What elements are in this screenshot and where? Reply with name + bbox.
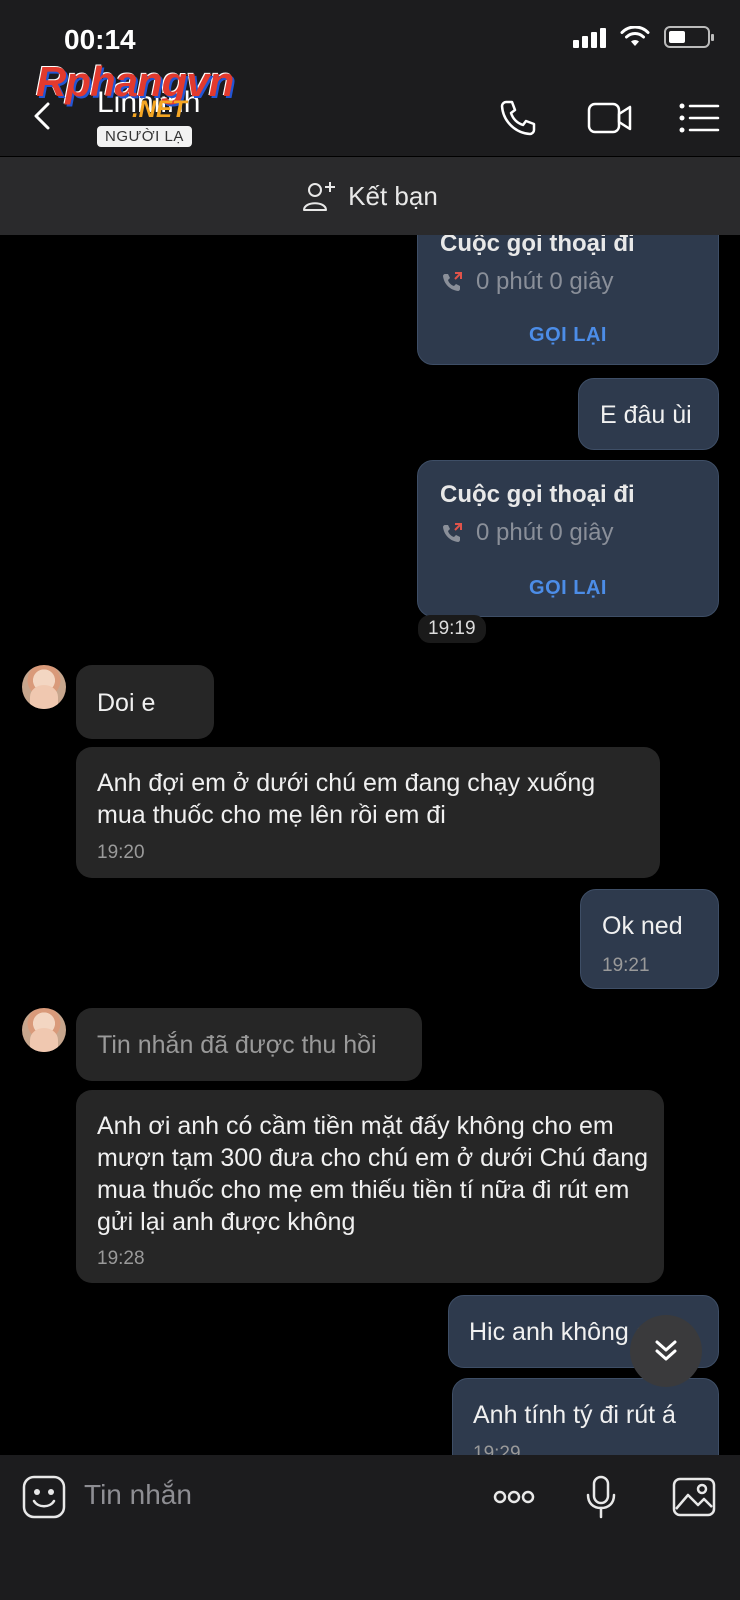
menu-icon[interactable] bbox=[676, 94, 724, 142]
message-bubble-incoming: Anh đợi em ở dưới chú em đang chạy xuống… bbox=[76, 747, 660, 878]
signal-icon bbox=[573, 26, 606, 48]
call-duration: 0 phút 0 giây bbox=[476, 519, 614, 546]
watermark-suffix: .NET bbox=[132, 96, 187, 123]
contact-avatar[interactable] bbox=[22, 665, 66, 709]
timestamp-chip: 19:19 bbox=[418, 615, 486, 643]
chat-header: Linhlinh NGƯỜI LẠ Rphangvn .NET bbox=[0, 58, 740, 156]
message-text: Doi e bbox=[97, 689, 156, 717]
wifi-icon bbox=[620, 26, 650, 46]
battery-icon bbox=[664, 26, 714, 48]
call-title: Cuộc gọi thoại đi bbox=[440, 235, 635, 257]
add-friend-icon bbox=[303, 182, 336, 211]
message-input-bar: Tin nhắn bbox=[0, 1455, 740, 1600]
message-time: 19:28 bbox=[97, 1248, 145, 1269]
message-list[interactable]: Cuộc gọi thoại đi 0 phút 0 giây GỌI LẠI … bbox=[0, 235, 740, 1455]
recalled-message-text: Tin nhắn đã được thu hồi bbox=[97, 1031, 377, 1059]
message-text: Ok ned bbox=[602, 912, 683, 940]
status-icons bbox=[573, 26, 714, 48]
message-bubble-outgoing: Anh tính tý đi rút á 19:29 bbox=[452, 1378, 719, 1455]
outgoing-call-icon bbox=[443, 272, 462, 291]
scroll-to-bottom-button[interactable] bbox=[630, 1315, 702, 1387]
message-bubble-recalled: Tin nhắn đã được thu hồi bbox=[76, 1008, 422, 1081]
more-icon[interactable] bbox=[490, 1473, 538, 1521]
call-message: Cuộc gọi thoại đi 0 phút 0 giây GỌI LẠI bbox=[417, 235, 719, 365]
microphone-icon[interactable] bbox=[577, 1473, 625, 1521]
call-duration-row: 0 phút 0 giây bbox=[440, 268, 613, 296]
call-back-button[interactable]: GỌI LẠI bbox=[418, 324, 718, 347]
phone-icon[interactable] bbox=[494, 94, 542, 142]
message-text: Anh tính tý đi rút á bbox=[473, 1401, 676, 1429]
call-message: Cuộc gọi thoại đi 0 phút 0 giây GỌI LẠI bbox=[417, 460, 719, 617]
video-icon[interactable] bbox=[586, 94, 634, 142]
outgoing-call-icon bbox=[443, 523, 462, 542]
message-time: 19:21 bbox=[602, 955, 650, 976]
message-bubble-outgoing: E đâu ùi bbox=[578, 378, 719, 450]
battery-fill bbox=[669, 31, 685, 43]
message-bubble-outgoing: Ok ned 19:21 bbox=[580, 889, 719, 989]
double-chevron-down-icon bbox=[655, 1340, 677, 1361]
message-bubble-incoming: Anh ơi anh có cầm tiền mặt đấy không cho… bbox=[76, 1090, 664, 1283]
image-icon[interactable] bbox=[670, 1473, 718, 1521]
message-bubble-incoming: Doi e bbox=[76, 665, 214, 739]
call-duration-row: 0 phút 0 giây bbox=[440, 519, 613, 547]
message-text: E đâu ùi bbox=[600, 401, 692, 429]
call-back-button[interactable]: GỌI LẠI bbox=[418, 577, 718, 600]
stranger-badge: NGƯỜI LẠ bbox=[97, 126, 192, 147]
contact-avatar[interactable] bbox=[22, 1008, 66, 1052]
message-input[interactable]: Tin nhắn bbox=[84, 1479, 192, 1511]
add-friend-button[interactable]: Kết bạn bbox=[0, 157, 740, 235]
call-duration: 0 phút 0 giây bbox=[476, 268, 614, 295]
message-time: 19:20 bbox=[97, 842, 145, 863]
message-text: Anh đợi em ở dưới chú em đang chạy xuống… bbox=[97, 769, 596, 829]
status-time: 00:14 bbox=[64, 24, 136, 55]
call-title: Cuộc gọi thoại đi bbox=[440, 481, 635, 508]
emoji-icon[interactable] bbox=[20, 1473, 68, 1521]
message-time: 19:29 bbox=[473, 1443, 521, 1455]
message-text: Anh ơi anh có cầm tiền mặt đấy không cho… bbox=[97, 1112, 649, 1236]
add-friend-label: Kết bạn bbox=[348, 180, 438, 211]
